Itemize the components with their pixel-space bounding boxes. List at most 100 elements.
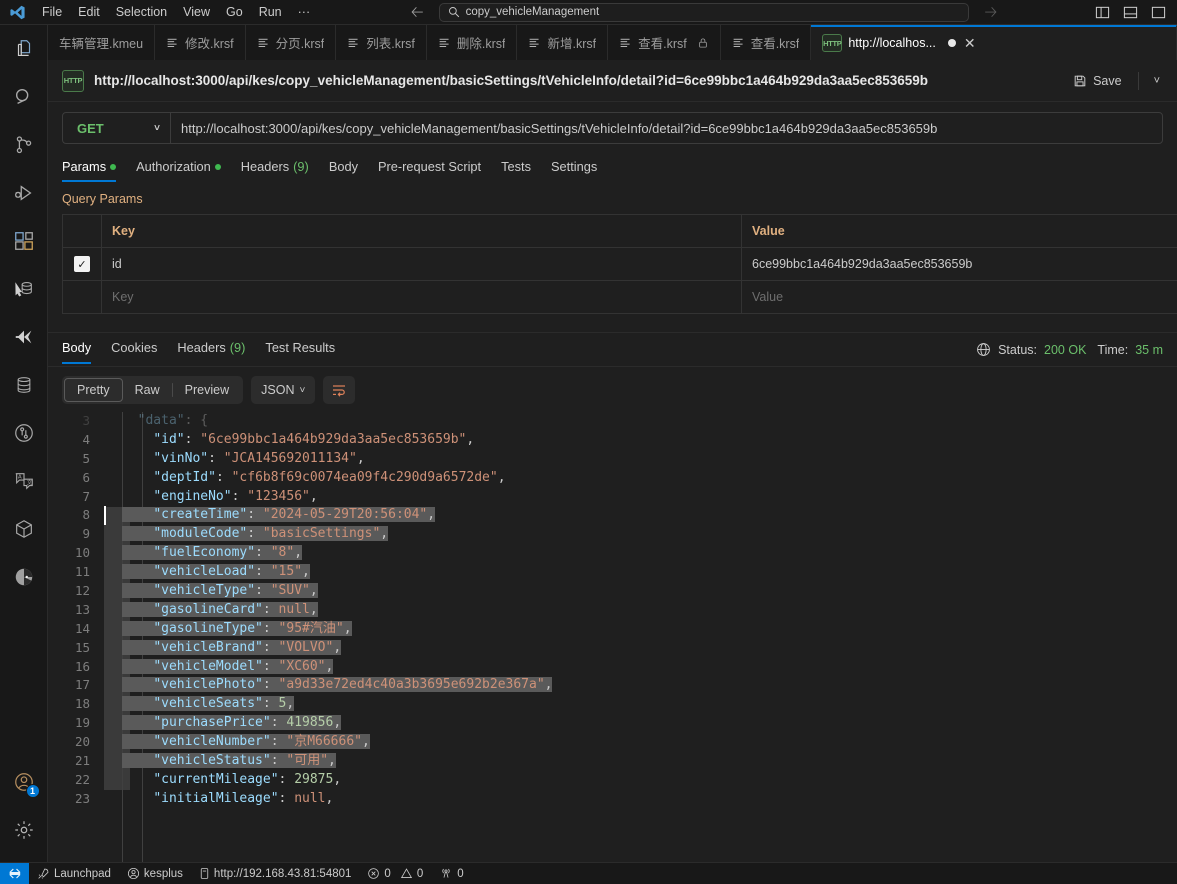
json-line[interactable]: 23 "initialMileage": null, — [48, 790, 1177, 809]
activity-item-accounts[interactable]: 1 — [0, 758, 48, 806]
view-mode-group: Pretty Raw Preview — [62, 376, 243, 404]
status-launchpad[interactable]: Launchpad — [29, 863, 119, 884]
close-icon[interactable]: ✕ — [964, 36, 976, 50]
json-line[interactable]: 21 "vehicleStatus": "可用", — [48, 752, 1177, 771]
row-value-placeholder[interactable]: Value — [742, 281, 1177, 314]
menu-view[interactable]: View — [175, 1, 218, 23]
toggle-secondary-sidebar-icon[interactable] — [1117, 2, 1143, 22]
http-method-select[interactable]: GET ˅ — [63, 113, 171, 143]
row-key-placeholder[interactable]: Key — [102, 281, 742, 314]
activity-item-package[interactable] — [0, 505, 48, 553]
chevron-down-icon[interactable]: ˅ — [1149, 75, 1165, 87]
response-tab-test-results[interactable]: Test Results — [255, 336, 345, 364]
activity-item-source-control[interactable] — [0, 121, 48, 169]
json-line[interactable]: 20 "vehicleNumber": "京M66666", — [48, 733, 1177, 752]
table-row-empty[interactable]: Key Value — [63, 281, 1177, 314]
json-line[interactable]: 22 "currentMileage": 29875, — [48, 771, 1177, 790]
activity-item-translate[interactable]: A文 — [0, 457, 48, 505]
navigate-forward-icon[interactable] — [983, 5, 997, 19]
command-center-search[interactable]: copy_vehicleManagement — [439, 3, 969, 22]
title-center: copy_vehicleManagement — [318, 3, 1089, 22]
json-line[interactable]: 7 "engineNo": "123456", — [48, 488, 1177, 507]
menu-more[interactable]: ··· — [290, 1, 319, 23]
request-tab-body[interactable]: Body — [319, 155, 368, 182]
json-line[interactable]: 14 "gasolineType": "95#汽油", — [48, 620, 1177, 639]
activity-item-kes-tool[interactable] — [0, 313, 48, 361]
json-line[interactable]: 12 "vehicleType": "SUV", — [48, 582, 1177, 601]
activity-item-database-client[interactable] — [0, 265, 48, 313]
table-row[interactable]: ✓ id 6ce99bbc1a464b929da3aa5ec853659b — [63, 248, 1177, 281]
json-line[interactable]: 19 "purchasePrice": 419856, — [48, 714, 1177, 733]
view-mode-pretty[interactable]: Pretty — [64, 378, 123, 402]
menu-selection[interactable]: Selection — [108, 1, 175, 23]
editor-tab-3[interactable]: 列表.krsf — [336, 25, 427, 60]
response-tab-cookies[interactable]: Cookies — [101, 336, 167, 364]
check-icon[interactable]: ✓ — [74, 256, 90, 272]
menu-file[interactable]: File — [34, 1, 70, 23]
activity-item-search[interactable] — [0, 73, 48, 121]
row-checkbox-cell[interactable]: ✓ — [63, 248, 102, 281]
request-tab-params[interactable]: Params — [62, 155, 126, 182]
request-tab-pre-request-script[interactable]: Pre-request Script — [368, 155, 491, 182]
json-line[interactable]: 15 "vehicleBrand": "VOLVO", — [48, 639, 1177, 658]
status-ports[interactable]: 0 — [431, 863, 471, 884]
activity-item-timeline[interactable] — [0, 409, 48, 457]
json-line[interactable]: 6 "deptId": "cf6b8f69c0074ea09f4c290d9a6… — [48, 469, 1177, 488]
view-mode-raw[interactable]: Raw — [123, 378, 172, 402]
request-tab-settings[interactable]: Settings — [541, 155, 607, 182]
editor-tab-5[interactable]: 新增.krsf — [517, 25, 608, 60]
activity-item-extensions[interactable] — [0, 217, 48, 265]
view-mode-preview[interactable]: Preview — [173, 378, 241, 402]
json-line[interactable]: 13 "gasolineCard": null, — [48, 601, 1177, 620]
json-line[interactable]: 3 "data": { — [48, 412, 1177, 431]
response-body-json[interactable]: 3 "data": {4 "id": "6ce99bbc1a464b929da3… — [48, 412, 1177, 862]
toggle-panel-icon[interactable] — [1089, 2, 1115, 22]
editor-tab-4[interactable]: 删除.krsf — [427, 25, 518, 60]
menu-go[interactable]: Go — [218, 1, 251, 23]
response-format-select[interactable]: JSON ˅ — [251, 376, 315, 404]
status-kesplus[interactable]: kesplus — [119, 863, 191, 884]
json-line[interactable]: 11 "vehicleLoad": "15", — [48, 563, 1177, 582]
json-line[interactable]: 8 "createTime": "2024-05-29T20:56:04", — [48, 506, 1177, 525]
response-tab-headers[interactable]: Headers (9) — [167, 336, 255, 364]
save-button[interactable]: Save — [1067, 71, 1128, 91]
editor-tab-6[interactable]: 查看.krsf — [608, 25, 721, 60]
word-wrap-button[interactable] — [323, 376, 355, 404]
activity-item-settings[interactable] — [0, 806, 48, 854]
remote-window-button[interactable] — [0, 863, 29, 884]
activity-item-run-and-debug[interactable] — [0, 169, 48, 217]
activity-item-explorer[interactable] — [0, 25, 48, 73]
editor-tab-7[interactable]: 查看.krsf — [721, 25, 812, 60]
json-line[interactable]: 17 "vehiclePhoto": "a9d33e72ed4c40a3b369… — [48, 676, 1177, 695]
row-value[interactable]: 6ce99bbc1a464b929da3aa5ec853659b — [742, 248, 1177, 281]
json-line[interactable]: 4 "id": "6ce99bbc1a464b929da3aa5ec853659… — [48, 431, 1177, 450]
status-server-url[interactable]: http://192.168.43.81:54801 — [191, 863, 359, 884]
activity-item-database[interactable] — [0, 361, 48, 409]
request-tab-authorization[interactable]: Authorization — [126, 155, 231, 182]
editor-tab-0[interactable]: 车辆管理.kmeu — [48, 25, 155, 60]
status-problems[interactable]: 0 0 — [359, 863, 431, 884]
krsf-file-icon — [166, 36, 179, 49]
url-input[interactable]: http://localhost:3000/api/kes/copy_vehic… — [171, 121, 1162, 136]
row-checkbox-cell-empty[interactable] — [63, 281, 102, 314]
lock-icon[interactable] — [697, 37, 709, 49]
customize-layout-icon[interactable] — [1145, 2, 1171, 22]
response-tab-body[interactable]: Body — [62, 336, 101, 364]
json-line[interactable]: 18 "vehicleSeats": 5, — [48, 695, 1177, 714]
editor-tab-1[interactable]: 修改.krsf — [155, 25, 246, 60]
json-tokens: "vinNo": "JCA145692011134", — [122, 451, 365, 466]
editor-tab-8[interactable]: HTTP http://localhos... ✕ — [811, 25, 1177, 60]
editor-tab-2[interactable]: 分页.krsf — [246, 25, 337, 60]
json-line[interactable]: 5 "vinNo": "JCA145692011134", — [48, 450, 1177, 469]
activity-item-coverage[interactable] — [0, 553, 48, 601]
request-tab-headers[interactable]: Headers (9) — [231, 155, 319, 182]
json-line[interactable]: 9 "moduleCode": "basicSettings", — [48, 525, 1177, 544]
navigate-back-icon[interactable] — [411, 5, 425, 19]
json-token-s: "a9d33e72ed4c40a3b3695e692b2e367a" — [279, 677, 545, 692]
row-key[interactable]: id — [102, 248, 742, 281]
menu-run[interactable]: Run — [251, 1, 290, 23]
json-line[interactable]: 10 "fuelEconomy": "8", — [48, 544, 1177, 563]
json-line[interactable]: 16 "vehicleModel": "XC60", — [48, 658, 1177, 677]
menu-edit[interactable]: Edit — [70, 1, 108, 23]
request-tab-tests[interactable]: Tests — [491, 155, 541, 182]
